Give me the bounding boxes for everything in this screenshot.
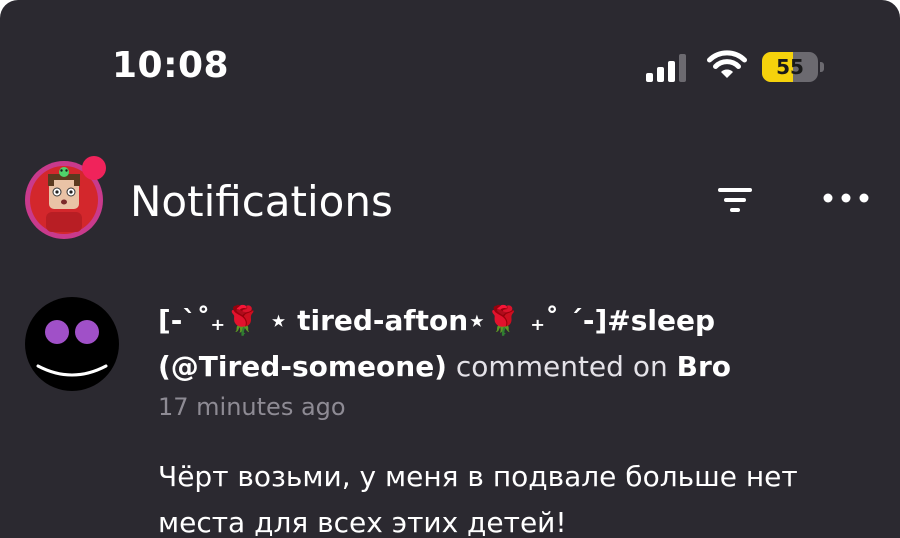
battery-icon: 55 [762,52,826,82]
actor-name[interactable]: [-ˋ˚₊🌹 ⋆ tired-afton⋆🌹 ₊˚ ˊ-]#sleep [158,298,878,344]
wifi-icon [707,50,747,78]
notification-badge [82,156,106,180]
timestamp: 17 minutes ago [158,393,346,421]
action-text: commented on [455,350,668,383]
actor-handle[interactable]: (@Tired-someone) [158,350,447,383]
page-title: Notifications [130,177,393,226]
filter-icon [718,188,752,212]
commenter-avatar[interactable] [24,296,120,392]
battery-tip [820,62,824,72]
status-time: 10:08 [112,45,230,86]
comment-text: Чёрт возьми, у меня в подвале больше нет… [158,460,798,538]
battery-level: 55 [776,55,804,79]
notification-item[interactable]: [-ˋ˚₊🌹 ⋆ tired-afton⋆🌹 ₊˚ ˊ-]#sleep (@Ti… [158,298,878,538]
action-line: (@Tired-someone) commented on Bro [158,344,878,390]
more-icon [823,193,869,203]
target-post[interactable]: Bro [677,350,731,383]
cellular-signal-icon [646,54,686,82]
screen: 10:08 55 Notifications [-ˋ˚₊🌹 ⋆ tired-af… [0,0,900,538]
more-button[interactable] [816,180,876,216]
filter-button[interactable] [710,180,760,220]
battery-body: 55 [762,52,818,82]
